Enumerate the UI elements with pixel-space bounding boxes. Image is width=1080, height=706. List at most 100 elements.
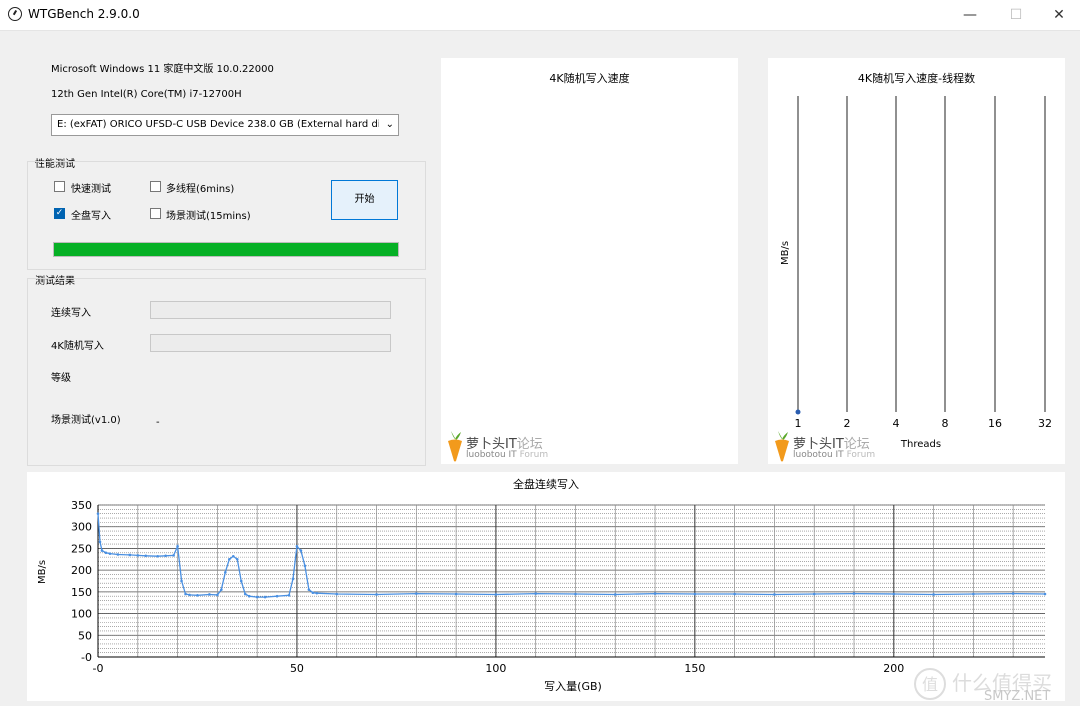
seq-data-point (98, 540, 102, 544)
seq-data-point (613, 593, 617, 596)
seq-y-tick-label: 200 (71, 564, 92, 577)
seq-data-point (116, 553, 120, 556)
full-disk-write-label: 全盘写入 (71, 211, 111, 222)
seq-data-point (247, 594, 251, 598)
site-watermark-logo: 值 什么值得买 SMYZ.NET (914, 668, 1052, 704)
seq-data-point (653, 592, 657, 595)
seq-data-point (574, 592, 577, 596)
seq-data-point (243, 592, 247, 596)
gauge-icon (8, 7, 22, 21)
seq-y-tick-label: 50 (78, 629, 92, 642)
seq-data-point (239, 579, 243, 583)
window-title: WTGBench 2.9.0.0 (28, 7, 140, 21)
scenario-result-label: 场景测试(v1.0) (51, 415, 121, 426)
seq-data-point (100, 549, 104, 552)
seq-data-point (220, 588, 223, 591)
random-4k-field (150, 334, 391, 352)
seq-write-chart: -0 50 100 150 200 250 300 350 -0 50 100 150 200 MB/s… (37, 499, 1047, 693)
seq-data-point (299, 549, 303, 552)
seq-data-point (255, 595, 259, 599)
seq-data-point (534, 592, 537, 595)
watermark-sub: luobotou IT Forum (466, 450, 549, 460)
seq-data-point (144, 554, 148, 558)
seq-data-point (164, 554, 167, 558)
threads-y-axis-label: MB/s (780, 241, 791, 265)
seq-data-point (812, 592, 816, 596)
seq-data-point (1043, 592, 1047, 596)
seq-data-point (1011, 592, 1015, 595)
progress-fill (54, 243, 398, 256)
threads-tick-label: 16 (988, 417, 1002, 430)
watermark-sub: luobotou IT Forum (793, 450, 876, 460)
seq-data-point (375, 593, 378, 596)
seq-y-tick-label: 250 (71, 542, 92, 555)
os-info: Microsoft Windows 11 家庭中文版 10.0.22000 (51, 64, 274, 75)
seq-data-point (773, 593, 776, 596)
seq-y-tick-label: 150 (71, 586, 92, 599)
seq-data-point (295, 544, 299, 548)
drive-select-value: E: (exFAT) ORICO UFSD-C USB Device 238.0… (57, 119, 379, 130)
seq-data-point (172, 554, 175, 557)
random-4k-label: 4K随机写入 (51, 341, 104, 352)
seq-data-point (415, 592, 418, 595)
start-button[interactable]: 开始 (331, 180, 398, 220)
seq-data-point (693, 592, 697, 596)
seq-write-label: 连续写入 (51, 308, 91, 319)
seq-data-point (972, 592, 975, 596)
seq-x-tick-label: 50 (290, 662, 304, 675)
seq-data-point (176, 544, 179, 548)
seq-x-tick-label: 100 (485, 662, 506, 675)
seq-data-point (180, 579, 183, 583)
seq-data-point (263, 595, 267, 599)
seq-data-point (108, 552, 112, 555)
maximize-button[interactable]: ☐ (993, 0, 1039, 30)
seq-data-point (136, 554, 140, 557)
close-button[interactable]: ✕ (1036, 0, 1080, 30)
seq-data-point (303, 564, 307, 568)
seq-x-tick-label: 150 (684, 662, 705, 675)
carrot-logo-icon (448, 431, 462, 462)
seq-data-point (892, 592, 896, 596)
multithread-checkbox[interactable] (150, 181, 161, 192)
seq-data-point (208, 593, 211, 596)
threads-tick-label: 4 (893, 417, 900, 430)
svg-text:SMYZ.NET: SMYZ.NET (984, 689, 1050, 704)
seq-data-point (307, 588, 311, 591)
scenario-test-label: 场景测试(15mins) (166, 211, 251, 222)
seq-data-point (852, 592, 856, 595)
threads-tick-label: 32 (1038, 417, 1052, 430)
seq-data-point (275, 594, 279, 598)
seq-x-tick-label: 200 (883, 662, 904, 675)
seq-x-axis-label: 写入量(GB) (544, 680, 602, 693)
seq-data-point (311, 591, 315, 595)
seq-data-point (231, 554, 235, 558)
scenario-test-checkbox[interactable] (150, 208, 161, 219)
seq-data-point (188, 593, 191, 597)
seq-data-point (156, 554, 159, 558)
full-disk-write-checkbox[interactable]: ✓ (54, 208, 65, 219)
svg-text:值: 值 (922, 675, 938, 694)
seq-data-point (291, 577, 295, 581)
seq-data-point (196, 594, 199, 597)
quick-test-checkbox[interactable] (54, 181, 65, 192)
random-4k-chart-title: 4K随机写入速度 (549, 72, 630, 85)
progress-bar (53, 242, 399, 257)
seq-data-point (733, 592, 736, 596)
title-bar: WTGBench 2.9.0.0 — ☐ ✕ (0, 0, 1080, 31)
cpu-info: 12th Gen Intel(R) Core(TM) i7-12700H (51, 89, 242, 100)
seq-y-tick-label: -0 (81, 651, 92, 664)
seq-data-point (335, 592, 339, 596)
drive-select[interactable]: E: (exFAT) ORICO UFSD-C USB Device 238.0… (51, 114, 399, 136)
random-4k-chart-panel: 4K随机写入速度 萝卜头IT论坛 luobotou IT Forum (441, 58, 738, 464)
seq-data-point (228, 557, 231, 561)
minimize-button[interactable]: — (947, 0, 993, 30)
threads-data-point (795, 409, 801, 415)
seq-data-point (287, 594, 291, 597)
threads-tick-label: 1 (795, 417, 802, 430)
threads-tick-label: 2 (844, 417, 851, 430)
seq-data-point (216, 593, 219, 597)
seq-y-tick-label: 300 (71, 521, 92, 534)
seq-x-tick-label: -0 (93, 662, 104, 675)
threads-x-axis-label: Threads (900, 439, 941, 450)
scenario-result-value: - (156, 417, 160, 428)
